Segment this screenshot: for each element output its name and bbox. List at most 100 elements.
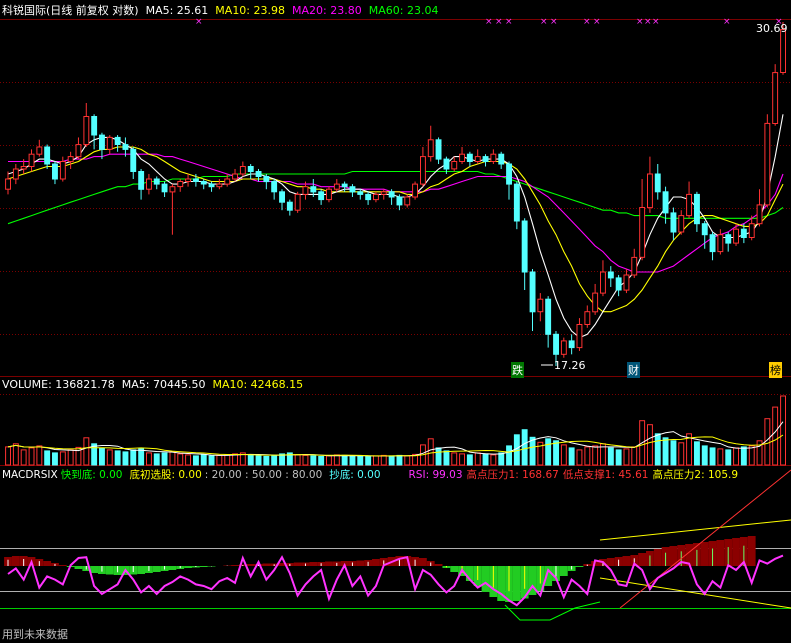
candle-body [482, 156, 489, 163]
candle-body [365, 193, 372, 201]
volume-bar [427, 438, 434, 466]
pressure-line [599, 519, 791, 541]
volume-bar [341, 454, 348, 466]
candle-body [709, 234, 716, 253]
candle-body [333, 183, 340, 190]
candle-body [200, 181, 207, 185]
candle-body [545, 298, 552, 335]
candle-body [740, 228, 747, 238]
indicator-layer [4, 469, 791, 621]
volume-bar [733, 447, 739, 466]
candle-body [701, 223, 708, 236]
volume-bar [216, 454, 223, 466]
candle-body [318, 191, 325, 201]
candle-body [255, 171, 262, 177]
candle-body [122, 144, 129, 150]
candle-body [506, 163, 513, 185]
bottom-curve [504, 601, 601, 621]
volume-bar [5, 446, 11, 466]
candle-body [5, 178, 11, 190]
volume-bar [302, 454, 309, 466]
volume-bar [365, 455, 372, 466]
candle-body [537, 298, 544, 313]
signal-marker: × [583, 17, 591, 27]
candle-body [600, 271, 606, 294]
fall-tag: 跌 [511, 362, 524, 378]
signal-marker: × [636, 17, 644, 27]
volume-bar [83, 437, 90, 466]
volume-bar [709, 447, 716, 466]
signal-marker: × [495, 17, 503, 27]
candle-body [513, 183, 520, 222]
candle-body [52, 163, 58, 180]
candle-body [748, 223, 755, 238]
candle-body [20, 166, 27, 170]
stock-chart[interactable]: × × × × × × × × × × × × × [0, 0, 791, 643]
volume-bar [114, 450, 121, 466]
volume-bar [52, 452, 58, 466]
volume-bar [451, 452, 458, 466]
volume-bar [67, 449, 74, 466]
candle-body [341, 183, 348, 188]
candle-body [631, 256, 638, 276]
rise-tag: 榜 [769, 362, 782, 378]
candle-body [647, 173, 653, 209]
volume-bar [560, 444, 567, 466]
footer-note: 用到未来数据 [2, 628, 68, 641]
volume-bar [20, 449, 27, 466]
candle-body [169, 186, 176, 193]
candle-body [764, 122, 771, 206]
volume-bar [388, 455, 395, 466]
volume-bar [130, 449, 137, 466]
volume-bar [482, 453, 489, 466]
candle-body [247, 166, 254, 172]
volume-bar [615, 449, 622, 466]
volume-bar [662, 437, 669, 466]
signal-marker: × [593, 17, 601, 27]
candle-body [459, 153, 466, 162]
candle-body [232, 173, 239, 180]
volume-bar [466, 454, 473, 466]
volume-bar [647, 424, 653, 466]
volume-bar [255, 455, 262, 466]
candle-body [427, 139, 434, 158]
candle-body [396, 196, 403, 206]
volume-bar [208, 455, 215, 466]
volume-bar [310, 455, 317, 466]
volume-bar [247, 454, 254, 466]
volume-bar [153, 453, 160, 466]
max-price-label: 30.69 [756, 22, 788, 35]
volume-bar [28, 447, 35, 466]
candle-body [435, 139, 442, 160]
volume-bar [623, 448, 630, 466]
signal-marker: × [485, 17, 493, 27]
candle-body [388, 191, 395, 198]
signal-marker: × [644, 17, 652, 27]
candle-body [623, 274, 630, 291]
candle-body [75, 144, 82, 158]
candle-body [670, 212, 677, 233]
candle-body [279, 191, 286, 203]
volume-bar [294, 454, 301, 466]
candle-body [451, 161, 458, 170]
volume-bar [177, 453, 184, 466]
candle-body [44, 146, 51, 165]
volume-bar [576, 449, 583, 466]
volume-bar [678, 442, 685, 466]
volume-bar [435, 447, 442, 466]
volume-bar [701, 445, 708, 466]
volume-bar [545, 438, 552, 466]
candle-body [412, 183, 419, 198]
candle-body [263, 176, 270, 183]
volume-bar [44, 450, 51, 466]
candle-body [91, 116, 98, 136]
volume-bar [521, 429, 528, 466]
candle-body [36, 146, 43, 155]
candle-body [349, 186, 356, 193]
candle-body [615, 277, 622, 291]
candle-body [12, 168, 19, 180]
volume-bar [506, 445, 513, 466]
volume-bar [584, 446, 591, 466]
candle-body [654, 173, 661, 193]
candle-body [607, 271, 614, 279]
